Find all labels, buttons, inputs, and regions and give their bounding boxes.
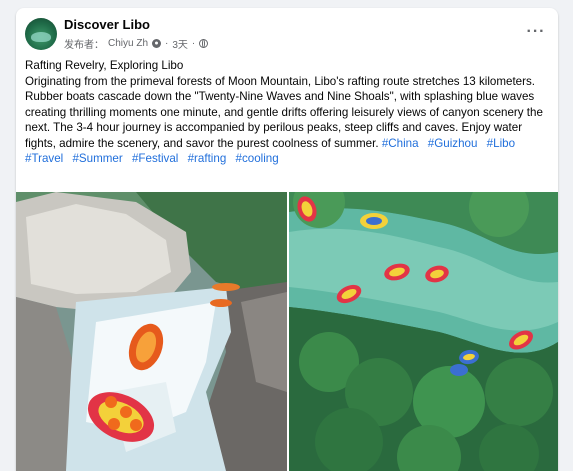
privacy-icon[interactable]: ● [152, 39, 162, 48]
posted-by-label: 发布者： [64, 40, 104, 51]
post-photo-aerial[interactable] [289, 192, 558, 471]
post-photo-rapids[interactable] [16, 192, 287, 471]
hashtag-guizhou[interactable]: #Guizhou [428, 137, 478, 150]
author-name[interactable]: Chiyu Zh [108, 38, 148, 49]
post-title: Rafting Revelry, Exploring Libo [25, 59, 184, 72]
hashtag-summer[interactable]: #Summer [72, 152, 122, 165]
page-avatar[interactable] [25, 18, 57, 50]
post-header: Discover Libo 发布者： Chiyu Zh ● · 3天 · ··· [16, 8, 558, 58]
separator: · [191, 38, 196, 49]
hashtag-travel[interactable]: #Travel [25, 152, 63, 165]
post-time[interactable]: 3天 [172, 36, 188, 51]
more-button[interactable]: ··· [524, 20, 548, 44]
hashtag-libo[interactable]: #Libo [487, 137, 515, 150]
hashtag-china[interactable]: #China [382, 137, 419, 150]
globe-icon [199, 39, 209, 48]
rapids-illustration [16, 192, 287, 471]
hashtag-cooling[interactable]: #cooling [236, 152, 279, 165]
post-text: Rafting Revelry, Exploring Libo Originat… [25, 58, 553, 167]
post-meta: 发布者： Chiyu Zh ● · 3天 · [64, 36, 209, 51]
post-card: Discover Libo 发布者： Chiyu Zh ● · 3天 · ···… [16, 8, 558, 471]
aerial-river-illustration [289, 192, 558, 471]
page-name[interactable]: Discover Libo [64, 17, 150, 32]
hashtag-rafting[interactable]: #rafting [188, 152, 227, 165]
separator: · [165, 38, 169, 49]
more-icon: ··· [526, 23, 546, 40]
hashtag-festival[interactable]: #Festival [132, 152, 178, 165]
